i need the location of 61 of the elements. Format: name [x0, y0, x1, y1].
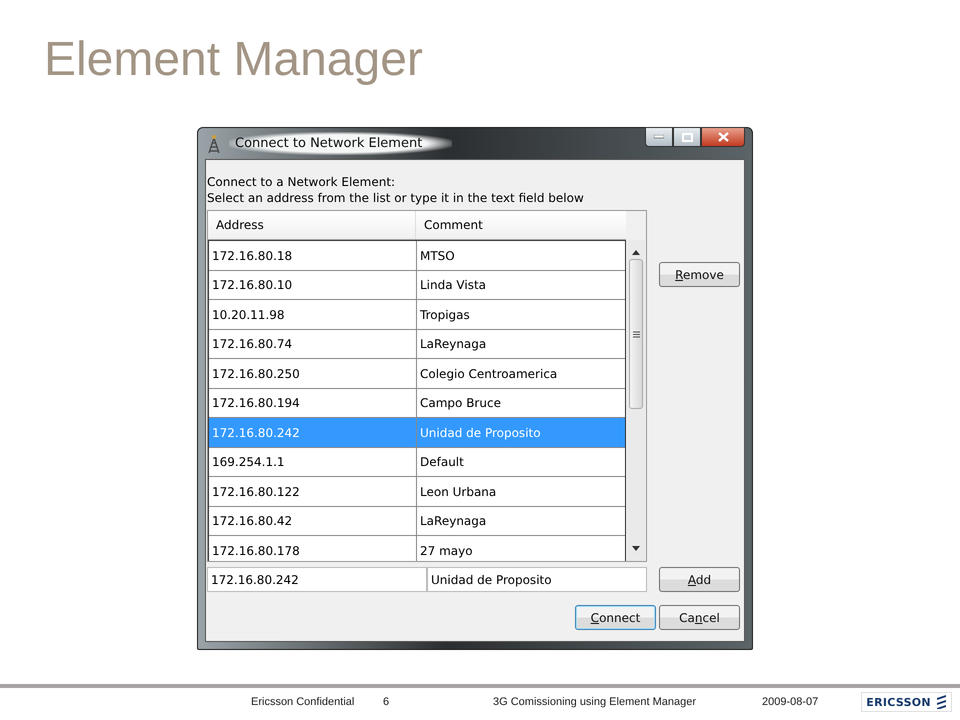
comment-cell-text: Tropigas	[419, 306, 471, 324]
comment-field[interactable]: Unidad de Proposito	[427, 567, 647, 592]
address-cell: 172.16.80.42	[209, 506, 417, 536]
address-cell: 172.16.80.18	[209, 241, 417, 270]
antenna-tower-icon	[207, 134, 221, 154]
table-row[interactable]: 169.254.1.1 Default	[209, 448, 625, 478]
comment-cell-text: Colegio Centroamerica	[419, 366, 558, 383]
comment-cell-text: 27 mayo	[419, 542, 474, 560]
add-button[interactable]: Add	[659, 567, 740, 592]
slide-title: Element Manager	[44, 32, 423, 88]
table-row[interactable]: 172.16.80.74 LaReynaga	[209, 330, 625, 360]
comment-cell-text: LaReynaga	[419, 336, 488, 354]
scroll-down-icon	[632, 546, 640, 552]
comment-cell-text: Campo Bruce	[419, 395, 502, 412]
comment-cell-text: Unidad de Proposito	[419, 424, 542, 442]
minimize-icon	[654, 135, 664, 140]
column-header[interactable]: Comment	[416, 211, 626, 240]
maximize-button[interactable]	[673, 127, 701, 148]
scroll-up-icon	[632, 250, 640, 256]
table-row[interactable]: 172.16.80.42 LaReynaga	[209, 506, 625, 536]
page-number: 6	[383, 696, 390, 708]
table-row[interactable]: 172.16.80.250 Colegio Centroamerica	[209, 359, 625, 389]
presentation-title: 3G Comissioning using Element Manager	[493, 696, 697, 708]
scrollbar[interactable]	[627, 240, 645, 562]
address-cell: 172.16.80.122	[209, 477, 417, 506]
table-row[interactable]: 10.20.11.98 Tropigas	[209, 300, 625, 330]
address-field[interactable]: 172.16.80.242	[207, 567, 427, 592]
address-cell: 10.20.11.98	[209, 300, 417, 329]
close-icon	[718, 132, 728, 142]
address-cell: 172.16.80.242	[209, 418, 417, 447]
column-header[interactable]: Address	[208, 211, 416, 240]
stripes-icon	[936, 695, 947, 710]
confidentiality-label: Ericsson Confidential	[251, 696, 356, 708]
table-row[interactable]: 172.16.80.122 Leon Urbana	[209, 477, 625, 507]
maximize-icon	[682, 132, 692, 142]
company-logo: ERICSSON	[861, 692, 952, 712]
window-title: Connect to Network Element	[229, 132, 452, 156]
comment-cell-text: Leon Urbana	[419, 484, 498, 501]
address-cell: 172.16.80.194	[209, 388, 417, 418]
table-row[interactable]: 172.16.80.178 27 mayo	[209, 536, 625, 562]
table-row[interactable]: 172.16.80.10 Linda Vista	[209, 270, 625, 300]
comment-cell-text: LaReynaga	[419, 513, 488, 530]
comment-cell-text: Default	[419, 454, 465, 472]
instruction-text: Select an address from the list or type it in the text field below	[207, 190, 584, 206]
table-row[interactable]: 172.16.80.18 MTSO	[209, 241, 625, 271]
address-cell: 172.16.80.10	[209, 270, 417, 300]
scroll-thumb[interactable]	[629, 259, 643, 410]
instruction-text: Connect to a Network Element:	[207, 174, 396, 190]
minimize-button[interactable]	[645, 127, 673, 148]
connect-button[interactable]: Connect	[575, 605, 656, 630]
address-cell: 169.254.1.1	[209, 448, 417, 476]
comment-cell-text: MTSO	[419, 248, 456, 265]
comment-cell-text: Linda Vista	[419, 277, 487, 294]
close-button[interactable]	[701, 127, 745, 148]
address-cell: 172.16.80.250	[209, 359, 417, 388]
slide-date: 2009-08-07	[762, 696, 818, 708]
grip-icon	[632, 330, 640, 338]
address-cell: 172.16.80.178	[209, 536, 417, 562]
remove-button[interactable]: Remove	[659, 262, 740, 288]
address-cell: 172.16.80.74	[209, 330, 417, 358]
cancel-button[interactable]: Cancel	[659, 605, 740, 630]
